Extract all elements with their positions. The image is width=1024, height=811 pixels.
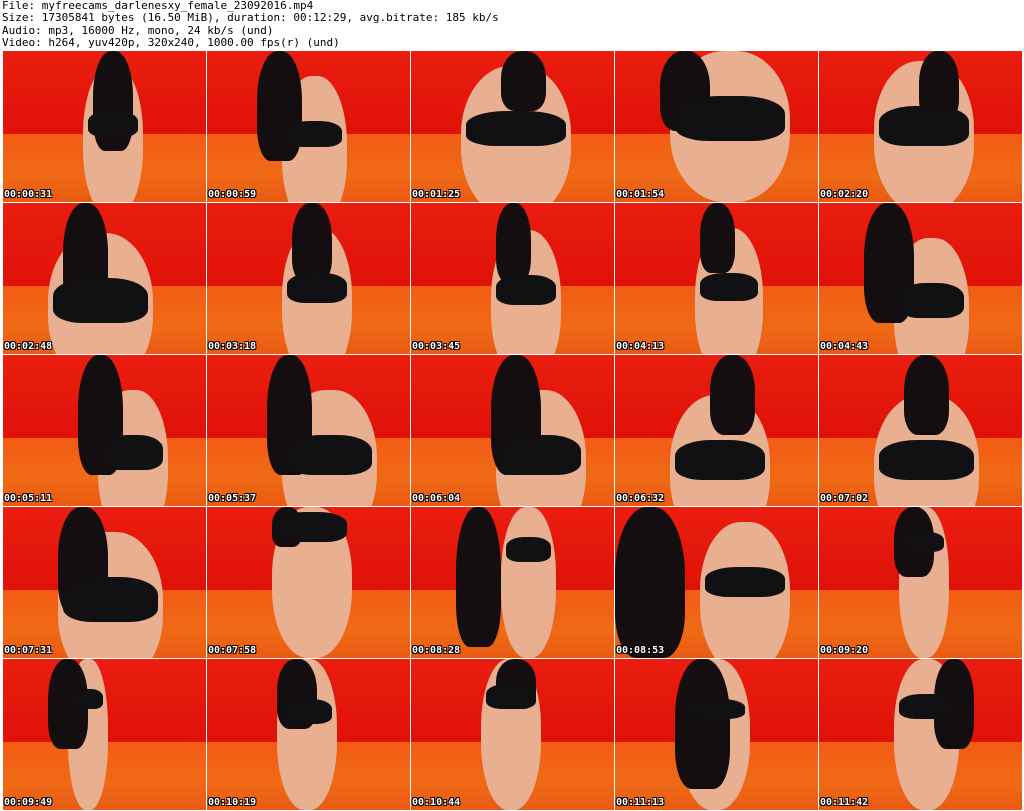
figure-top: [899, 283, 964, 318]
thumbnail-timestamp: 00:07:02: [820, 493, 869, 504]
figure-body: [501, 507, 556, 658]
figure-top: [287, 435, 372, 475]
figure-top: [904, 532, 944, 552]
figure-top: [486, 684, 536, 709]
figure-hair: [675, 659, 730, 789]
thumbnail-timestamp: 00:08:53: [616, 645, 665, 656]
figure-top: [879, 106, 969, 146]
video-thumbnail: 00:03:45: [411, 203, 614, 354]
video-thumbnail: 00:10:19: [207, 659, 410, 810]
video-thumbnail: 00:02:48: [3, 203, 206, 354]
thumbnail-timestamp: 00:02:20: [820, 189, 869, 200]
figure-hair: [501, 51, 546, 111]
thumbnail-grid: 00:00:31 00:00:59 00:01:25 00:01:54 00:02:20…: [3, 51, 1023, 811]
figure-top: [466, 111, 566, 146]
video-thumbnail: 00:05:11: [3, 355, 206, 506]
figure-top: [287, 273, 347, 303]
figure-top: [287, 121, 342, 147]
thumbnail-timestamp: 00:00:59: [208, 189, 257, 200]
figure-top: [685, 699, 745, 719]
thumbnail-timestamp: 00:01:25: [412, 189, 461, 200]
thumbnail-timestamp: 00:02:48: [4, 341, 53, 352]
file-size-line: Size: 17305841 bytes (16.50 MiB), durati…: [2, 11, 499, 25]
thumbnail-timestamp: 00:04:13: [616, 341, 665, 352]
video-thumbnail: 00:10:44: [411, 659, 614, 810]
thumbnail-timestamp: 00:05:37: [208, 493, 257, 504]
figure-hair: [700, 203, 735, 273]
figure-top: [53, 278, 148, 323]
thumbnail-timestamp: 00:05:11: [4, 493, 53, 504]
video-thumbnail: 00:05:37: [207, 355, 410, 506]
figure-hair: [292, 203, 332, 283]
thumbnail-timestamp: 00:04:43: [820, 341, 869, 352]
video-thumbnail: 00:00:31: [3, 51, 206, 202]
thumbnail-timestamp: 00:00:31: [4, 189, 53, 200]
video-thumbnail: 00:02:20: [819, 51, 1022, 202]
figure-top: [73, 689, 103, 709]
figure-top: [506, 537, 551, 562]
video-thumbnail: 00:09:49: [3, 659, 206, 810]
video-thumbnail: 00:04:13: [615, 203, 818, 354]
video-thumbnail: 00:06:32: [615, 355, 818, 506]
video-thumbnail: 00:09:20: [819, 507, 1022, 658]
video-thumbnail: 00:04:43: [819, 203, 1022, 354]
figure-top: [675, 96, 785, 141]
thumbnail-timestamp: 00:03:18: [208, 341, 257, 352]
video-thumbnail: 00:11:42: [819, 659, 1022, 810]
thumbnail-timestamp: 00:09:49: [4, 797, 53, 808]
thumbnail-timestamp: 00:07:58: [208, 645, 257, 656]
figure-top: [496, 275, 556, 305]
video-thumbnail: 00:00:59: [207, 51, 410, 202]
figure-top: [899, 694, 954, 719]
thumbnail-timestamp: 00:06:32: [616, 493, 665, 504]
video-info-line: Video: h264, yuv420p, 320x240, 1000.00 f…: [2, 36, 340, 50]
thumbnail-timestamp: 00:08:28: [412, 645, 461, 656]
thumbnail-timestamp: 00:11:13: [616, 797, 665, 808]
figure-hair: [456, 507, 501, 647]
figure-top: [705, 567, 785, 597]
figure-top: [63, 577, 158, 622]
figure-hair: [904, 355, 949, 435]
figure-hair: [496, 203, 531, 283]
figure-hair: [710, 355, 755, 435]
thumbnail-timestamp: 00:06:04: [412, 493, 461, 504]
video-thumbnail: 00:07:58: [207, 507, 410, 658]
figure-top: [501, 435, 581, 475]
thumbnail-timestamp: 00:07:31: [4, 645, 53, 656]
figure-top: [675, 440, 765, 480]
file-info-header: File: myfreecams_darlenesxy_female_23092…: [0, 0, 1024, 50]
video-thumbnail: 00:07:31: [3, 507, 206, 658]
figure-top: [103, 435, 163, 470]
figure-hair: [615, 507, 685, 658]
video-thumbnail: 00:07:02: [819, 355, 1022, 506]
figure-top: [88, 111, 138, 137]
figure-top: [879, 440, 974, 480]
video-thumbnail: 00:03:18: [207, 203, 410, 354]
thumbnail-timestamp: 00:10:44: [412, 797, 461, 808]
video-thumbnail: 00:06:04: [411, 355, 614, 506]
thumbnail-timestamp: 00:01:54: [616, 189, 665, 200]
thumbnail-timestamp: 00:10:19: [208, 797, 257, 808]
figure-top: [277, 512, 347, 542]
thumbnail-timestamp: 00:09:20: [820, 645, 869, 656]
figure-top: [282, 699, 332, 724]
video-thumbnail: 00:08:53: [615, 507, 818, 658]
video-thumbnail: 00:01:25: [411, 51, 614, 202]
figure-top: [700, 273, 758, 301]
thumbnail-timestamp: 00:11:42: [820, 797, 869, 808]
video-thumbnail: 00:11:13: [615, 659, 818, 810]
video-thumbnail: 00:08:28: [411, 507, 614, 658]
thumbnail-timestamp: 00:03:45: [412, 341, 461, 352]
video-thumbnail: 00:01:54: [615, 51, 818, 202]
